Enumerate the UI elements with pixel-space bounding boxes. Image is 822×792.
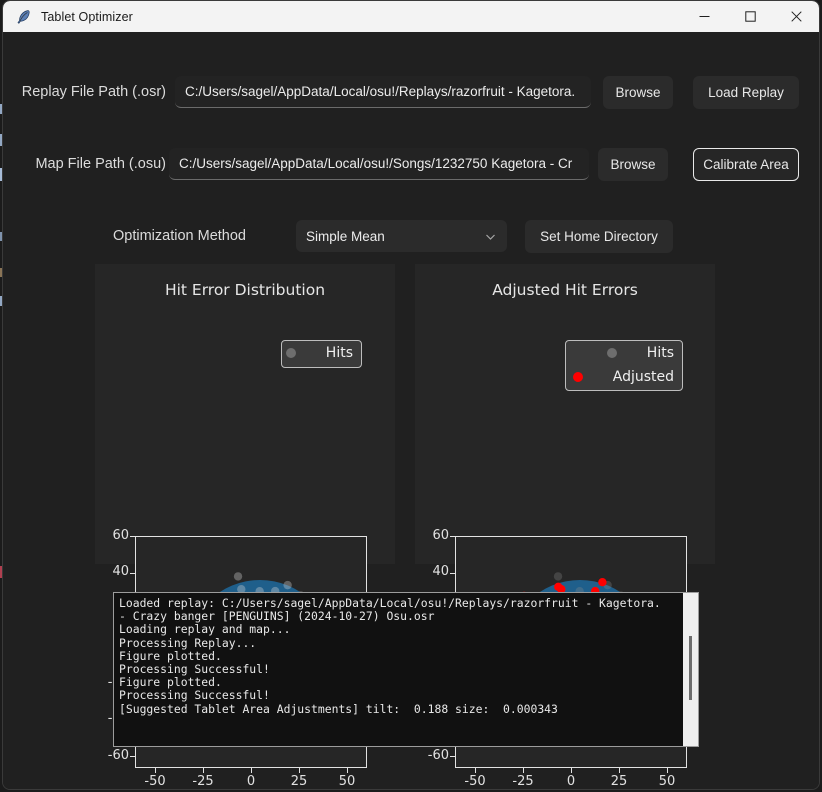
adjusted-hit-errors-title: Adjusted Hit Errors [492,281,638,299]
log-output-text[interactable]: Loaded replay: C:/Users/sagel/AppData/Lo… [114,593,683,746]
map-path-label: Map File Path (.osu) [35,156,166,172]
optimization-method-select[interactable]: Simple Mean [296,220,507,252]
x-tick-label: -25 [512,774,534,789]
y-tickmark [130,756,135,758]
map-path-input[interactable] [169,148,589,180]
hit-error-distribution-title: Hit Error Distribution [164,281,326,299]
x-tick-label: 0 [566,774,576,789]
chevron-down-icon [484,230,497,243]
load-replay-button[interactable]: Load Replay [693,75,799,109]
y-tick-label: -60 [427,748,449,763]
feather-pen-icon [15,9,31,25]
y-tickmark [130,572,135,574]
y-tick-label: 60 [112,528,129,543]
set-home-directory-button[interactable]: Set Home Directory [525,219,673,253]
legend-item: Hits [282,341,361,365]
map-path-row: Map File Path (.osu) Browse Calibrate Ar… [3,139,819,189]
x-tick-label: 50 [338,774,356,789]
x-tick-label: 0 [246,774,256,789]
window-controls [681,1,819,32]
minimize-button[interactable] [681,1,727,32]
x-tickmark [299,768,301,773]
log-scrollbar[interactable] [683,593,698,746]
hits-legend-marker [606,348,617,358]
x-tick-label: 25 [290,774,308,789]
legend-item: Hits [566,341,682,365]
y-tick-label: 40 [112,564,129,579]
map-browse-button[interactable]: Browse [598,147,668,181]
legend-label: Hits [325,345,353,361]
adjusted-legend-marker [572,372,583,382]
title-bar[interactable]: Tablet Optimizer [3,1,819,32]
hit-error-distribution-legend: Hits [281,340,362,368]
x-tickmark [667,768,669,773]
hits-legend-marker [285,348,296,358]
x-tickmark [523,768,525,773]
y-tickmark [130,536,135,538]
replay-browse-button[interactable]: Browse [603,75,673,109]
x-tickmark [571,768,573,773]
y-tick-label: 60 [432,528,449,543]
x-tick-label: -50 [144,774,166,789]
y-tick-label: 40 [432,564,449,579]
x-tick-label: -50 [464,774,486,789]
log-scrollbar-thumb[interactable] [689,635,692,701]
x-tick-label: 25 [610,774,628,789]
y-tickmark [450,572,455,574]
replay-path-row: Replay File Path (.osr) Browse Load Repl… [3,67,819,117]
legend-item: Adjusted [566,365,682,389]
x-tickmark [347,768,349,773]
y-tickmark [450,536,455,538]
x-tickmark [475,768,477,773]
maximize-button[interactable] [727,1,773,32]
window-title: Tablet Optimizer [41,9,133,24]
optimization-method-label: Optimization Method [113,228,246,244]
adjusted-hit-errors-legend: Hits Adjusted [565,340,683,391]
replay-path-label: Replay File Path (.osr) [21,84,166,100]
x-tick-label: 50 [658,774,676,789]
x-tickmark [203,768,205,773]
optimization-method-value: Simple Mean [306,228,385,244]
x-tick-label: -25 [192,774,214,789]
x-tickmark [251,768,253,773]
log-output-panel: Loaded replay: C:/Users/sagel/AppData/Lo… [113,592,699,747]
legend-label: Adjusted [612,369,674,385]
y-tickmark [450,756,455,758]
optimization-method-row: Optimization Method Simple Mean Set Home… [3,211,819,261]
application-window: Tablet Optimizer Replay File Path (.osr)… [2,0,820,790]
calibrate-area-button[interactable]: Calibrate Area [693,147,799,181]
replay-path-input[interactable] [175,76,591,108]
close-button[interactable] [773,1,819,32]
adjusted-hit-errors-panel: Adjusted Hit Errors 60 40 20 0 -20 -40 -… [415,264,715,789]
client-area: Replay File Path (.osr) Browse Load Repl… [3,32,819,789]
hit-error-distribution-panel: Hit Error Distribution 60 40 20 0 -20 -4… [95,264,395,789]
x-tickmark [619,768,621,773]
x-tickmark [155,768,157,773]
legend-label: Hits [646,345,674,361]
y-tick-label: -60 [107,748,129,763]
